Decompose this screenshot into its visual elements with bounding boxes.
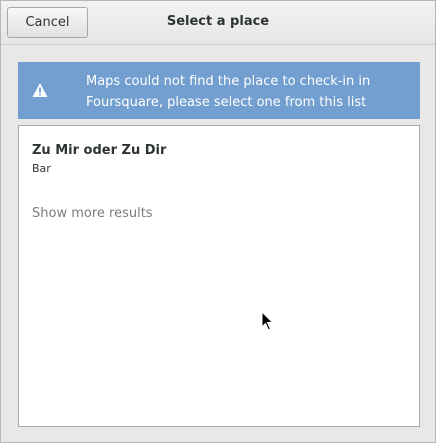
dialog-title: Select a place [166, 14, 270, 29]
place-type: Bar [32, 162, 51, 175]
show-more-results-button[interactable]: Show more results [19, 200, 419, 230]
places-list: Zu Mir oder Zu Dir Bar Show more results [18, 125, 420, 427]
info-bar: Maps could not find the place to check-i… [18, 62, 420, 119]
info-message: Maps could not find the place to check-i… [86, 74, 371, 110]
place-row[interactable]: Zu Mir oder Zu Dir Bar [19, 126, 419, 184]
show-more-results-label: Show more results [32, 206, 153, 221]
mouse-pointer-icon [261, 311, 274, 331]
place-name: Zu Mir oder Zu Dir [32, 143, 167, 158]
select-place-dialog: Cancel Select a place Maps could not fin… [0, 0, 436, 443]
warning-icon [32, 83, 48, 97]
header-bar: Cancel Select a place [1, 1, 435, 45]
